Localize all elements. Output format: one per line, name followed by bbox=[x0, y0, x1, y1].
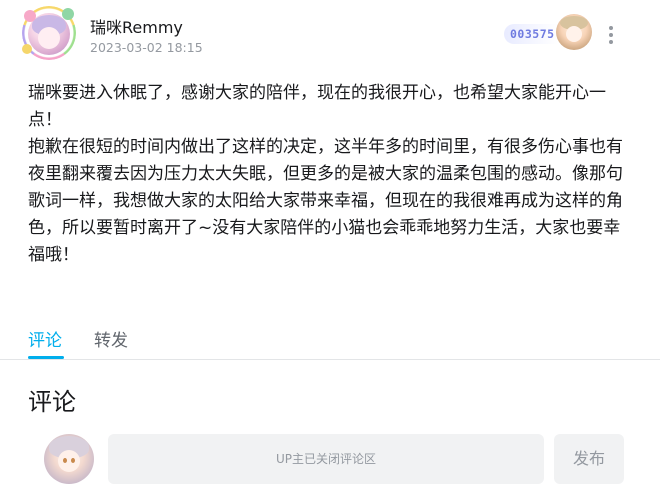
post-paragraph: 抱歉在很短的时间内做出了这样的决定，这半年多的时间里，有很多伤心事也有夜里翻来覆… bbox=[28, 137, 623, 265]
comments-heading: 评论 bbox=[28, 388, 76, 416]
active-tab-indicator bbox=[28, 356, 64, 359]
fan-badge-number[interactable]: 003575 bbox=[504, 24, 558, 44]
post-paragraph: 瑞咪要进入休眠了，感谢大家的陪伴，现在的我很开心，也希望大家能开心一点！ bbox=[28, 83, 606, 130]
pendant-star-icon bbox=[22, 44, 32, 54]
author-avatar[interactable] bbox=[22, 6, 76, 60]
pendant-leaf-icon bbox=[62, 8, 74, 20]
post-header: 瑞咪Remmy 2023-03-02 18:15 003575 bbox=[0, 0, 660, 72]
current-user-avatar[interactable] bbox=[44, 434, 94, 484]
author-name[interactable]: 瑞咪Remmy bbox=[90, 14, 183, 38]
post-content: 瑞咪要进入休眠了，感谢大家的陪伴，现在的我很开心，也希望大家能开心一点！ 抱歉在… bbox=[28, 80, 632, 269]
tab-bar: 评论 转发 bbox=[0, 318, 660, 360]
tab-comments[interactable]: 评论 bbox=[28, 326, 62, 351]
tab-reposts[interactable]: 转发 bbox=[94, 326, 128, 351]
more-vertical-icon[interactable] bbox=[604, 24, 618, 46]
pendant-flower-icon bbox=[24, 10, 36, 22]
comment-input-disabled: UP主已关闭评论区 bbox=[108, 434, 544, 484]
comment-composer: UP主已关闭评论区 发布 bbox=[0, 430, 660, 490]
post-timestamp: 2023-03-02 18:15 bbox=[90, 40, 203, 55]
fan-badge-avatar[interactable] bbox=[556, 14, 592, 50]
publish-button[interactable]: 发布 bbox=[554, 434, 624, 484]
